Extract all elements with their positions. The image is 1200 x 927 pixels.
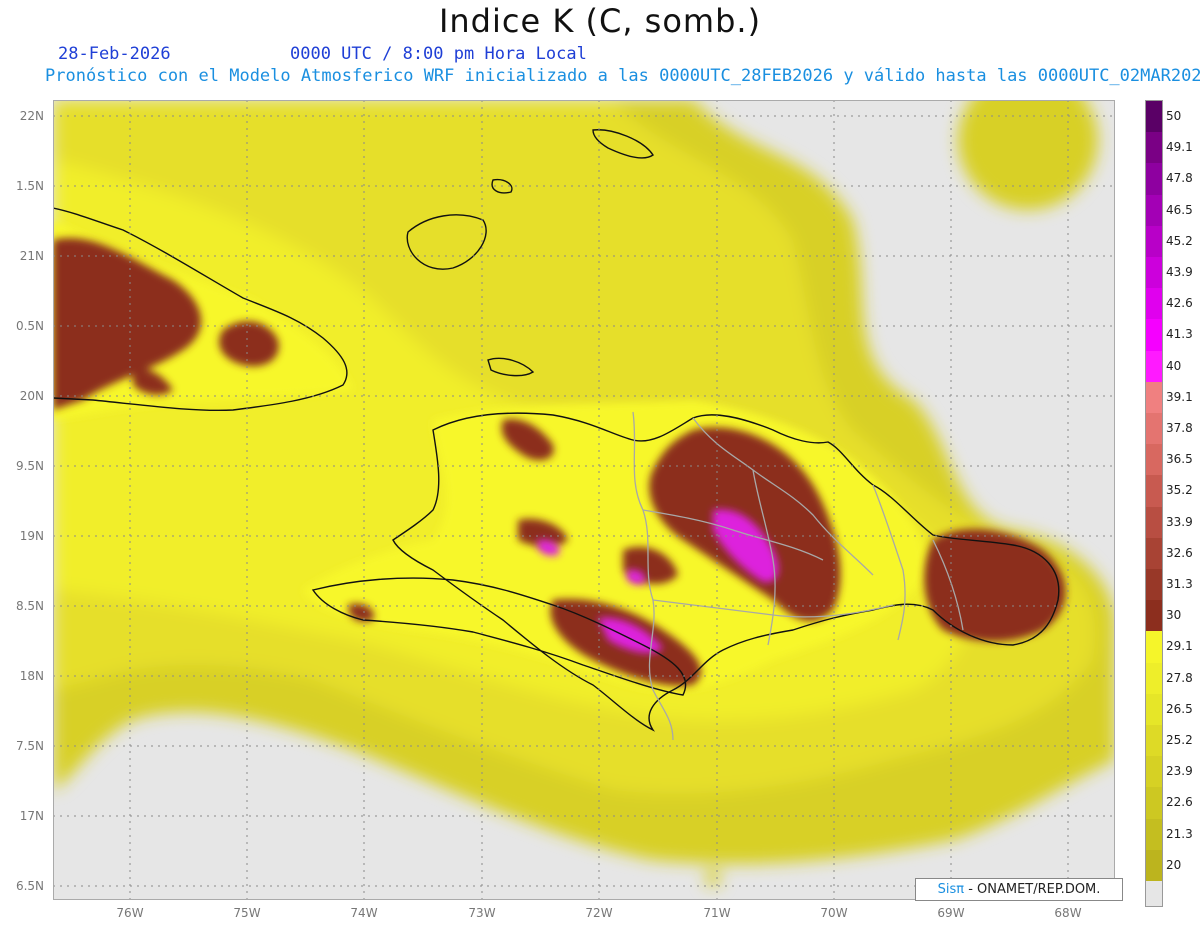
colorbar-label: 22.6 [1166, 795, 1193, 810]
colorbar-segment [1146, 319, 1162, 352]
lat-label: 1.5N [15, 179, 44, 193]
colorbar-segment [1146, 756, 1162, 788]
colorbar-label: 45.2 [1166, 233, 1193, 248]
colorbar-segment [1146, 506, 1162, 539]
lon-label: 69W [937, 906, 965, 920]
lon-label: 75W [233, 906, 261, 920]
colorbar-segment [1146, 787, 1162, 820]
colorbar-segment-low [1146, 881, 1162, 906]
colorbar-segment [1146, 662, 1162, 695]
lon-label: 68W [1054, 906, 1082, 920]
colorbar-segment [1146, 475, 1162, 508]
colorbar-segment [1146, 257, 1162, 289]
lat-label: 9.5N [15, 459, 44, 473]
lon-label: 73W [468, 906, 496, 920]
lon-label: 76W [116, 906, 144, 920]
colorbar-segment [1146, 693, 1162, 726]
colorbar-label: 43.9 [1166, 265, 1193, 279]
colorbar-segment [1146, 225, 1162, 258]
lon-label: 74W [350, 906, 378, 920]
colorbar-segment [1146, 101, 1162, 133]
colorbar-label: 36.5 [1166, 452, 1193, 467]
colorbar-segment [1146, 350, 1162, 383]
colorbar-label: 40 [1166, 358, 1182, 373]
date-label: 28-Feb-2026 [58, 44, 171, 64]
lat-label: 21N [19, 249, 44, 263]
colorbar-segment [1146, 849, 1162, 882]
colorbar-label: 39.1 [1166, 389, 1193, 404]
colorbar-label: 47.8 [1166, 171, 1193, 186]
lat-label: 22N [19, 109, 44, 123]
lon-label: 72W [585, 906, 613, 920]
colorbar-segment [1146, 381, 1162, 414]
lat-label: 18N [19, 669, 44, 683]
colorbar-segment [1146, 537, 1162, 570]
colorbar-label: 35.2 [1166, 483, 1193, 498]
time-label: 0000 UTC / 8:00 pm Hora Local [290, 44, 587, 64]
lat-label: 19N [19, 529, 44, 543]
colorbar-label: 37.8 [1166, 421, 1193, 435]
k-index-map [53, 100, 1115, 900]
colorbar-label: 41.3 [1166, 327, 1193, 342]
lat-label: 8.5N [15, 599, 44, 613]
colorbar-segment [1146, 132, 1162, 164]
colorbar-label: 20 [1166, 857, 1182, 872]
colorbar-label: 23.9 [1166, 764, 1193, 779]
colorbar-label: 25.2 [1166, 733, 1193, 747]
credit-text: - ONAMET/REP.DOM. [964, 882, 1101, 897]
colorbar-segment [1146, 444, 1162, 476]
colorbar [1145, 100, 1163, 907]
colorbar-segment [1146, 631, 1162, 664]
colorbar-segment [1146, 818, 1162, 851]
lat-label: 7.5N [15, 739, 44, 753]
colorbar-segment [1146, 725, 1162, 757]
colorbar-label: 27.8 [1166, 670, 1193, 685]
colorbar-segment [1146, 600, 1162, 632]
colorbar-label: 46.5 [1166, 202, 1193, 217]
colorbar-segment [1146, 413, 1162, 445]
lon-label: 71W [703, 906, 731, 920]
lat-label: 0.5N [15, 319, 44, 333]
credit-brand: Sisπ [937, 882, 965, 897]
colorbar-segment [1146, 288, 1162, 320]
colorbar-label: 33.9 [1166, 514, 1193, 529]
colorbar-segment [1146, 569, 1162, 601]
colorbar-label: 29.1 [1166, 639, 1193, 654]
credit-box: Sisπ - ONAMET/REP.DOM. [915, 878, 1123, 901]
colorbar-label: 50 [1166, 109, 1182, 123]
colorbar-segment [1146, 163, 1162, 196]
colorbar-label: 26.5 [1166, 701, 1193, 716]
map-title: Indice K (C, somb.) [438, 2, 762, 40]
colorbar-label: 30 [1166, 608, 1182, 623]
colorbar-label: 31.3 [1166, 577, 1193, 591]
colorbar-label: 32.6 [1166, 545, 1193, 560]
lon-label: 70W [820, 906, 848, 920]
colorbar-label: 42.6 [1166, 296, 1193, 311]
lat-label: 20N [19, 389, 44, 403]
colorbar-label: 49.1 [1166, 140, 1193, 155]
colorbar-segment [1146, 194, 1162, 227]
colorbar-label: 21.3 [1166, 826, 1193, 841]
lat-label: 6.5N [15, 879, 44, 893]
forecast-description: Pronóstico con el Modelo Atmosferico WRF… [45, 66, 1200, 86]
lat-label: 17N [19, 809, 44, 823]
